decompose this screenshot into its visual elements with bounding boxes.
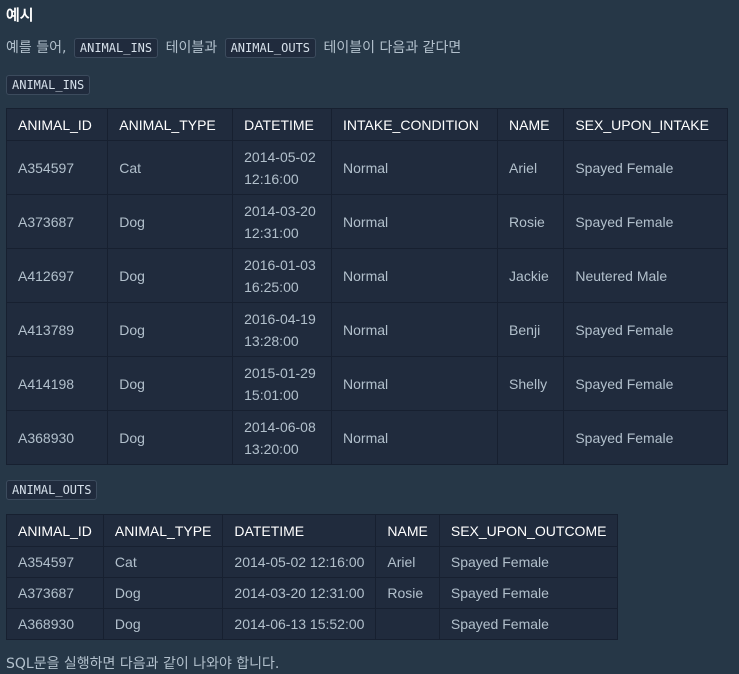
table-row: A413789 Dog 2016-04-19 13:28:00 Normal Be… bbox=[5, 302, 728, 357]
cell-sex-upon-intake: Spayed Female bbox=[563, 302, 728, 357]
table-header-row: ANIMAL_ID ANIMAL_TYPE DATETIME NAME SEX_… bbox=[6, 514, 619, 547]
intro-part-3: 테이블이 다음과 같다면 bbox=[323, 40, 462, 56]
column-header: ANIMAL_ID bbox=[5, 108, 109, 141]
cell-animal-type: Dog bbox=[107, 248, 234, 303]
cell-animal-id: A414198 bbox=[5, 356, 109, 411]
column-header: SEX_UPON_OUTCOME bbox=[438, 514, 619, 547]
column-header: ANIMAL_TYPE bbox=[107, 108, 234, 141]
section-heading: 예시 bbox=[6, 6, 34, 24]
cell-name bbox=[497, 410, 565, 465]
cell-datetime: 2014-05-02 12:16:00 bbox=[232, 140, 333, 195]
column-header: NAME bbox=[375, 514, 440, 547]
animal-ins-label: ANIMAL_INS bbox=[6, 75, 91, 95]
cell-animal-type: Cat bbox=[102, 546, 224, 578]
cell-animal-id: A368930 bbox=[6, 608, 104, 640]
cell-sex-upon-intake: Spayed Female bbox=[563, 410, 728, 465]
cell-name: Ariel bbox=[375, 546, 440, 578]
cell-datetime: 2014-03-20 12:31:00 bbox=[222, 577, 377, 609]
table-row: A412697 Dog 2016-01-03 16:25:00 Normal Ja… bbox=[5, 248, 728, 303]
cell-name: Ariel bbox=[497, 140, 565, 195]
cell-sex-upon-intake: Neutered Male bbox=[563, 248, 728, 303]
cell-animal-type: Dog bbox=[107, 356, 234, 411]
cell-date: 2015-01-29 bbox=[244, 364, 316, 381]
cell-name: Rosie bbox=[497, 194, 565, 249]
cell-datetime: 2014-03-20 12:31:00 bbox=[232, 194, 333, 249]
cell-name: Shelly bbox=[497, 356, 565, 411]
animal-ins-table: ANIMAL_ID ANIMAL_TYPE DATETIME INTAKE_CO… bbox=[5, 108, 728, 465]
column-header: DATETIME bbox=[232, 108, 333, 141]
cell-animal-type: Dog bbox=[107, 410, 234, 465]
cell-time: 12:31:00 bbox=[244, 224, 299, 241]
cell-animal-id: A373687 bbox=[5, 194, 109, 249]
intro-part-1: 예를 들어, bbox=[6, 40, 67, 56]
table-row: A368930 Dog 2014-06-08 13:20:00 Normal Sp… bbox=[5, 410, 728, 465]
cell-intake-condition: Normal bbox=[331, 410, 499, 465]
cell-date: 2016-04-19 bbox=[244, 310, 316, 327]
cell-date: 2016-01-03 bbox=[244, 256, 316, 273]
cell-animal-id: A354597 bbox=[6, 546, 104, 578]
cell-animal-id: A413789 bbox=[5, 302, 109, 357]
intro-text: 예를 들어, ANIMAL_INS 테이블과 ANIMAL_OUTS 테이블이 … bbox=[6, 37, 461, 59]
column-header: NAME bbox=[497, 108, 565, 141]
cell-date: 2014-03-20 bbox=[244, 202, 316, 219]
cell-datetime: 2014-06-08 13:20:00 bbox=[232, 410, 333, 465]
table-row: A414198 Dog 2015-01-29 15:01:00 Normal Sh… bbox=[5, 356, 728, 411]
cell-time: 13:28:00 bbox=[244, 332, 299, 349]
cell-intake-condition: Normal bbox=[331, 140, 499, 195]
table-row: A368930 Dog 2014-06-13 15:52:00 Spayed F… bbox=[6, 608, 619, 640]
cell-intake-condition: Normal bbox=[331, 248, 499, 303]
footer-text: SQL문을 실행하면 다음과 같이 나와야 합니다. bbox=[6, 656, 280, 672]
cell-datetime: 2015-01-29 15:01:00 bbox=[232, 356, 333, 411]
cell-time: 13:20:00 bbox=[244, 440, 299, 457]
cell-animal-id: A368930 bbox=[5, 410, 109, 465]
intro-part-2: 테이블과 bbox=[165, 40, 218, 56]
table-row: A354597 Cat 2014-05-02 12:16:00 Ariel Sp… bbox=[6, 546, 619, 578]
inline-code-animal-outs: ANIMAL_OUTS bbox=[224, 38, 317, 58]
animal-outs-table: ANIMAL_ID ANIMAL_TYPE DATETIME NAME SEX_… bbox=[6, 514, 619, 640]
cell-datetime: 2016-01-03 16:25:00 bbox=[232, 248, 333, 303]
cell-animal-id: A412697 bbox=[5, 248, 109, 303]
cell-datetime: 2014-05-02 12:16:00 bbox=[222, 546, 377, 578]
column-header: ANIMAL_TYPE bbox=[102, 514, 224, 547]
cell-datetime: 2014-06-13 15:52:00 bbox=[222, 608, 377, 640]
animal-ins-label-wrap: ANIMAL_INS bbox=[6, 75, 91, 95]
cell-animal-id: A354597 bbox=[5, 140, 109, 195]
cell-time: 15:01:00 bbox=[244, 386, 299, 403]
cell-sex-upon-intake: Spayed Female bbox=[563, 356, 728, 411]
cell-animal-type: Cat bbox=[107, 140, 234, 195]
cell-sex-upon-outcome: Spayed Female bbox=[438, 546, 619, 578]
cell-sex-upon-intake: Spayed Female bbox=[563, 140, 728, 195]
cell-name: Benji bbox=[497, 302, 565, 357]
cell-time: 12:16:00 bbox=[244, 170, 299, 187]
table-header-row: ANIMAL_ID ANIMAL_TYPE DATETIME INTAKE_CO… bbox=[5, 108, 728, 141]
cell-name: Jackie bbox=[497, 248, 565, 303]
cell-name: Rosie bbox=[375, 577, 440, 609]
table-row: A373687 Dog 2014-03-20 12:31:00 Rosie Sp… bbox=[6, 577, 619, 609]
column-header: DATETIME bbox=[222, 514, 377, 547]
cell-time: 16:25:00 bbox=[244, 278, 299, 295]
cell-date: 2014-05-02 bbox=[244, 148, 316, 165]
cell-intake-condition: Normal bbox=[331, 194, 499, 249]
inline-code-animal-ins: ANIMAL_INS bbox=[73, 38, 159, 58]
cell-animal-type: Dog bbox=[102, 608, 224, 640]
table-row: A373687 Dog 2014-03-20 12:31:00 Normal Ro… bbox=[5, 194, 728, 249]
animal-outs-label-wrap: ANIMAL_OUTS bbox=[6, 480, 98, 500]
cell-sex-upon-intake: Spayed Female bbox=[563, 194, 728, 249]
cell-name bbox=[375, 608, 440, 640]
animal-outs-label: ANIMAL_OUTS bbox=[6, 480, 98, 500]
cell-animal-type: Dog bbox=[107, 302, 234, 357]
table-row: A354597 Cat 2014-05-02 12:16:00 Normal Ar… bbox=[5, 140, 728, 195]
column-header: ANIMAL_ID bbox=[6, 514, 104, 547]
cell-intake-condition: Normal bbox=[331, 302, 499, 357]
cell-date: 2014-06-08 bbox=[244, 418, 316, 435]
cell-datetime: 2016-04-19 13:28:00 bbox=[232, 302, 333, 357]
cell-animal-type: Dog bbox=[107, 194, 234, 249]
cell-animal-type: Dog bbox=[102, 577, 224, 609]
cell-intake-condition: Normal bbox=[331, 356, 499, 411]
cell-animal-id: A373687 bbox=[6, 577, 104, 609]
cell-sex-upon-outcome: Spayed Female bbox=[438, 608, 619, 640]
cell-sex-upon-outcome: Spayed Female bbox=[438, 577, 619, 609]
column-header: SEX_UPON_INTAKE bbox=[563, 108, 728, 141]
column-header: INTAKE_CONDITION bbox=[331, 108, 499, 141]
